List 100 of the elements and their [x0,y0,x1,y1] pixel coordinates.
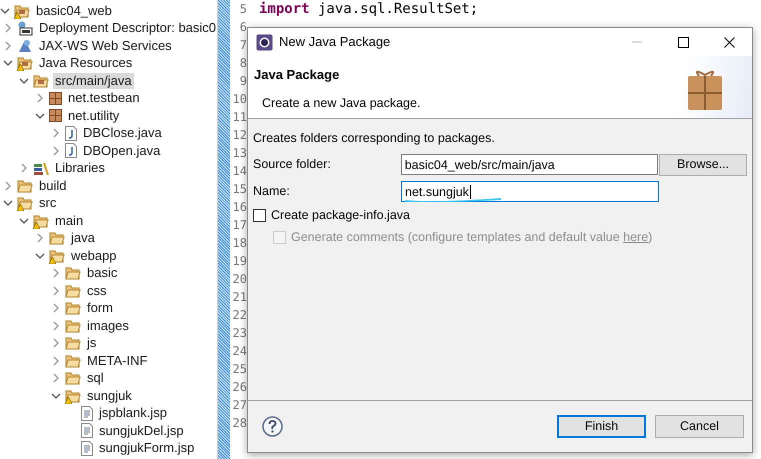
line-number: 23 [232,325,247,342]
tree-item[interactable]: src/main/java [53,72,134,89]
line-number: 19 [232,253,247,270]
chevron-right-icon[interactable] [3,180,13,191]
tree-item[interactable]: js [85,335,98,352]
chevron-right-icon[interactable] [51,356,61,366]
folder-icon [49,231,65,246]
help-icon[interactable] [262,416,283,437]
java-file-icon [65,126,77,141]
code-line: import java.sql.ResultSet; [259,0,480,18]
checkbox-label: Create package-info.java [271,207,410,224]
gift-box-icon [686,68,724,112]
line-number: 6 [238,19,247,36]
line-number: 28 [232,415,247,432]
maximize-icon [678,36,688,48]
folder-icon [65,336,81,350]
tree-item[interactable]: Libraries [53,160,107,176]
chevron-right-icon[interactable] [51,373,61,384]
chevron-down-icon[interactable] [0,6,10,16]
intro-text: Creates folders corresponding to packages. [253,130,496,147]
checkbox-label: Generate comments (configure templates and default value here) [291,229,652,246]
chevron-down-icon[interactable] [3,198,13,208]
tree-item[interactable]: sungjukDel.jsp [97,422,186,439]
tree-item[interactable]: webapp [69,248,119,264]
tree-item[interactable]: DBOpen.java [81,142,162,159]
folder-icon [33,214,49,228]
tree-item[interactable]: build [37,178,68,194]
chevron-down-icon[interactable] [35,110,45,121]
tree-item[interactable]: Java Resources [37,55,134,72]
tree-item[interactable]: JAX-WS Web Services [37,38,174,54]
tree-item[interactable]: src [37,195,58,212]
dialog-button[interactable]: Cancel [655,415,744,438]
line-number: 22 [232,307,247,324]
chevron-right-icon[interactable] [51,303,61,314]
text-cursor [470,184,471,199]
tree-item[interactable]: java [69,230,97,246]
line-number: 8 [238,55,247,72]
chevron-right-icon[interactable] [35,233,45,244]
browse-button[interactable]: Browse... [659,154,747,176]
tree-item[interactable]: DBClose.java [81,125,164,142]
tree-item[interactable]: net.utility [66,108,122,124]
descriptor-icon [17,20,33,36]
chevron-down-icon[interactable] [19,76,29,86]
chevron-right-icon[interactable] [51,338,61,348]
line-number: 7 [238,37,247,54]
folder-icon [65,354,81,368]
line-number: 10 [232,91,247,108]
package-icon [49,109,62,122]
chevron-right-icon[interactable] [3,23,13,34]
folder-icon [65,388,81,403]
warning-icon [49,256,56,264]
chevron-right-icon[interactable] [3,40,13,51]
folder-icon [33,74,49,88]
tree-item[interactable]: images [85,318,131,334]
tree-item[interactable]: css [85,282,108,299]
chevron-right-icon[interactable] [35,93,45,104]
chevron-down-icon[interactable] [3,58,13,68]
line-number: 17 [232,217,247,234]
tree-item[interactable]: Deployment Descriptor: basic0 [37,20,217,36]
checkbox[interactable] [253,209,266,222]
name-field[interactable]: net.sungjuk [401,181,659,202]
java-file-icon [65,143,77,158]
name-value: net.sungjuk [404,184,469,199]
folder-icon [14,4,30,18]
jsp-file-icon [81,440,93,456]
source-folder-field[interactable]: basic04_web/src/main/java [400,154,658,176]
header-description: Create a new Java package. [261,94,422,112]
tree-item[interactable]: jspblank.jsp [97,405,169,422]
tree-item[interactable]: main [53,212,86,229]
tree-item[interactable]: basic [85,265,120,282]
dialog-button[interactable]: Finish [557,415,646,438]
tree-item[interactable]: net.testbean [66,90,142,106]
tree-item[interactable]: sungjukForm.jsp [97,440,196,456]
chevron-right-icon[interactable] [51,128,61,138]
package-icon [49,92,62,105]
chevron-right-icon[interactable] [51,320,61,331]
source-folder-label: Source folder: [253,156,332,174]
warning-icon [17,204,24,212]
header-title: Java Package [254,66,340,84]
line-number: 5 [238,1,247,18]
line-number: 25 [232,361,247,378]
name-label: Name: [253,183,291,200]
folder-icon [17,178,33,193]
chevron-right-icon[interactable] [51,146,61,156]
tree-item[interactable]: basic04_web [34,2,114,19]
line-number: 18 [232,235,247,252]
tree-item[interactable]: sungjuk [85,388,134,404]
chevron-right-icon[interactable] [51,268,61,278]
line-number: 24 [232,343,247,360]
chevron-down-icon[interactable] [35,250,45,261]
chevron-down-icon[interactable] [19,216,29,226]
chevron-right-icon[interactable] [19,163,29,174]
chevron-down-icon[interactable] [51,390,61,401]
tree-item[interactable]: form [85,300,115,316]
chevron-right-icon[interactable] [51,286,61,296]
minimize-icon [632,41,642,43]
folder-icon [65,318,81,333]
tree-item[interactable]: META-INF [85,352,150,369]
tree-item[interactable]: sql [85,370,106,386]
line-number: 12 [232,127,247,144]
